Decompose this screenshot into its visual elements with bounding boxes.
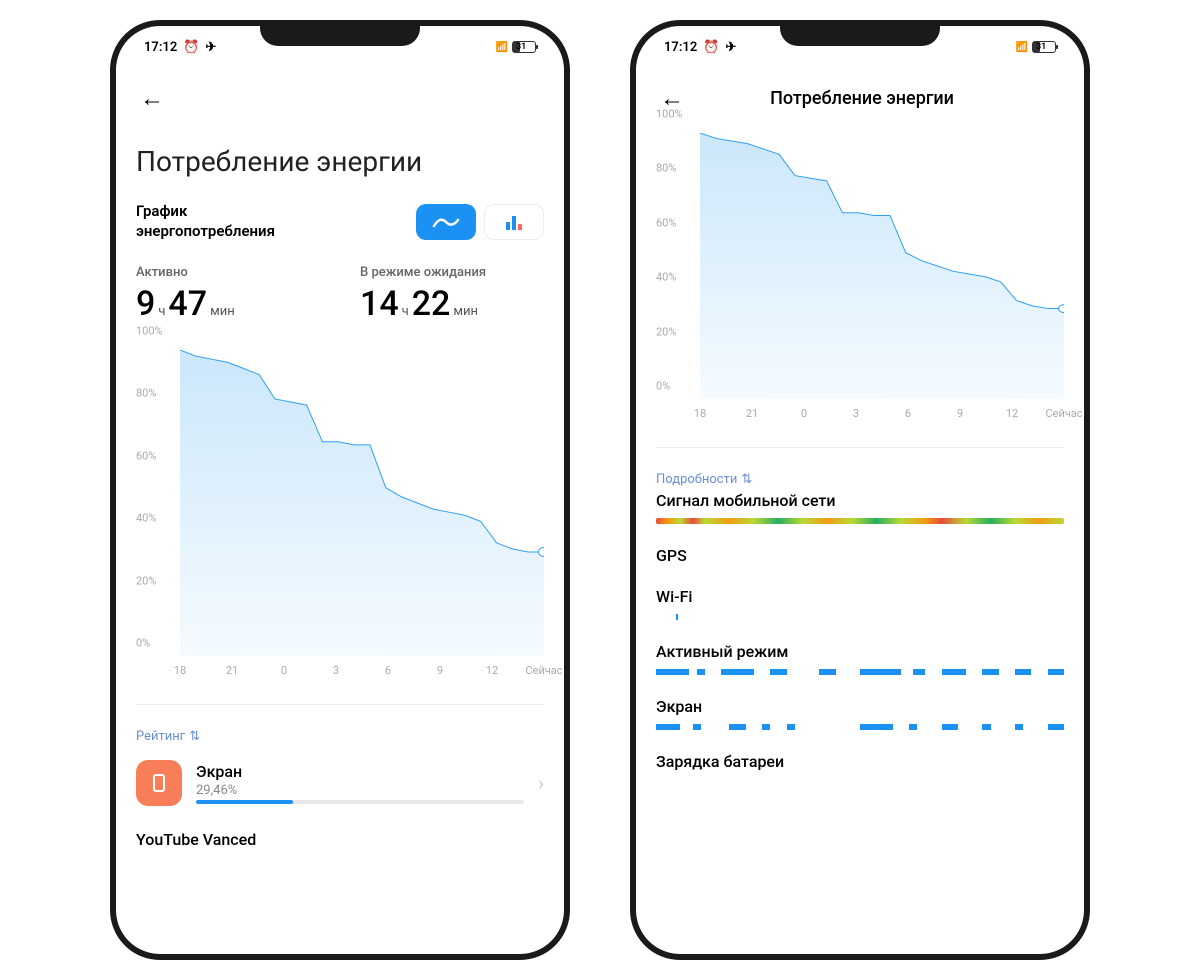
back-button[interactable]: ←: [136, 80, 168, 117]
active-stat: Активно 9 ч 47 мин: [136, 265, 320, 324]
standby-stat: В режиме ожидания 14 ч 22 мин: [360, 265, 544, 324]
telegram-icon: ✈: [725, 40, 736, 55]
battery-chart-left: 0%20%40%60%80%100% 1821036912Сейчас: [136, 344, 544, 684]
header: ← Потребление энергии: [656, 64, 1064, 127]
sort-icon: ⇅: [741, 472, 752, 487]
battery-icon: 31: [512, 41, 536, 53]
phone-right: 17:12 ⏰ ✈ 📶 31 ← Потребление энергии 0%2…: [630, 20, 1090, 960]
line-chart-toggle[interactable]: [416, 204, 476, 240]
page-title: Потребление энергии: [136, 127, 544, 202]
alarm-icon: ⏰: [183, 40, 199, 55]
battery-chart-right: 0%20%40%60%80%100% 1821036912Сейчас: [656, 127, 1064, 427]
detail-mobile-signal: Сигнал мобильной сети: [656, 491, 1064, 524]
detail-wifi: Wi-Fi: [656, 587, 1064, 620]
status-bar: 17:12 ⏰ ✈ 📶 31: [136, 30, 544, 64]
phone-left: 17:12 ⏰ ✈ 📶 31 ← Потребление энергии Гра…: [110, 20, 570, 960]
wifi-bar: [656, 614, 1064, 620]
mobile-signal-bar: [656, 518, 1064, 524]
status-time: 17:12: [664, 40, 697, 55]
screen-icon: [136, 760, 182, 806]
chart-type-toggle: [416, 204, 544, 240]
alarm-icon: ⏰: [703, 40, 719, 55]
sort-icon: ⇅: [189, 729, 200, 744]
details-link[interactable]: Подробности ⇅: [656, 468, 1064, 491]
detail-active-mode: Активный режим: [656, 642, 1064, 675]
network-icon: 📶: [1016, 42, 1028, 53]
app-row-screen[interactable]: Экран 29,46% ›: [136, 748, 544, 818]
chart-toggle-label: График энергопотребления: [136, 202, 275, 241]
rating-link[interactable]: Рейтинг ⇅: [136, 725, 544, 748]
status-time: 17:12: [144, 40, 177, 55]
detail-charging: Зарядка батареи: [656, 752, 1064, 771]
detail-gps: GPS: [656, 546, 1064, 565]
chevron-right-icon: ›: [538, 771, 544, 795]
battery-icon: 31: [1032, 41, 1056, 53]
header: ←: [136, 64, 544, 127]
bar-chart-toggle[interactable]: [484, 204, 544, 240]
app-row-youtube[interactable]: YouTube Vanced: [136, 818, 544, 861]
telegram-icon: ✈: [205, 40, 216, 55]
active-mode-bar: [656, 669, 1064, 675]
network-icon: 📶: [496, 42, 508, 53]
status-bar: 17:12 ⏰ ✈ 📶 31: [656, 30, 1064, 64]
screen-bar: [656, 724, 1064, 730]
detail-screen: Экран: [656, 697, 1064, 730]
